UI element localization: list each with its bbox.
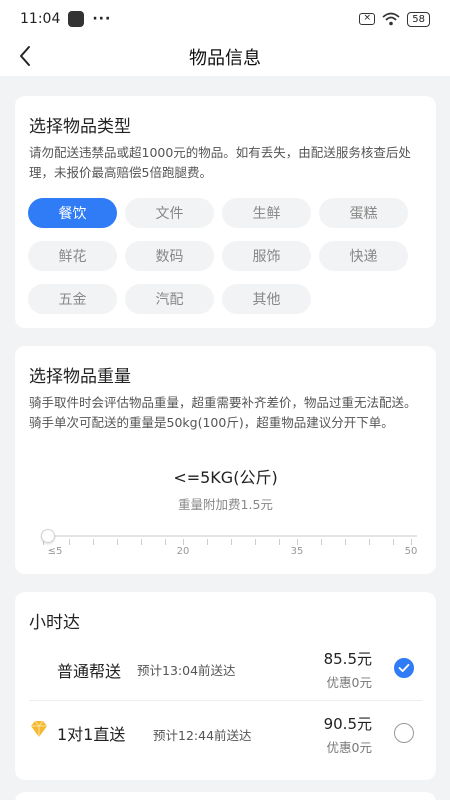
service-price: 90.5元 [323,715,372,733]
slider-tick [69,539,70,545]
slider-tick [393,539,394,545]
service-price: 85.5元 [323,650,372,668]
item-type-card: 选择物品类型 请勿配送违禁品或超1000元的物品。如有丢失，由配送服务核查后处理… [15,96,436,328]
item-type-title: 选择物品类型 [29,117,131,137]
slider-tick [255,539,256,545]
no-sim-icon: × [359,13,376,25]
service-option-normal[interactable]: 普通帮送 预计13:04前送达 85.5元 优惠0元 [29,636,422,700]
nav-bar: 物品信息 [0,38,450,76]
type-chip-qita[interactable]: 其他 [222,284,311,314]
type-chip-canyin[interactable]: 餐饮 [28,198,117,228]
slider-tick [321,539,322,545]
type-chip-shengxian[interactable]: 生鲜 [222,198,311,228]
weight-card: 选择物品重量 骑手取件时会评估物品重量，超重需要补齐差价，物品过重无法配送。骑手… [15,346,436,574]
slider-tick [231,539,232,545]
type-chip-wenjian[interactable]: 文件 [125,198,214,228]
slider-tick [183,539,184,545]
slider-tick [297,539,298,545]
type-chip-xianhua[interactable]: 鲜花 [28,241,117,271]
item-type-desc: 请勿配送违禁品或超1000元的物品。如有丢失，由配送服务核查后处理，未报价最高赔… [29,145,411,180]
status-time: 11:04 [20,11,61,27]
slider-tick [141,539,142,545]
slider-track[interactable] [43,535,417,537]
slider-tick [279,539,280,545]
weight-slider[interactable]: ≤5 20 35 50 [35,529,418,570]
service-option-direct[interactable]: 1对1直送 预计12:44前送达 90.5元 优惠0元 [29,700,422,764]
notification-app-icon [68,11,85,27]
weight-value: <=5KG(公斤) [173,468,278,487]
weight-title: 选择物品重量 [29,367,131,387]
radio-unchecked-icon[interactable] [394,723,414,743]
type-chip-wujin[interactable]: 五金 [28,284,117,314]
slider-tick [345,539,346,545]
service-name: 普通帮送 [57,662,122,681]
slider-tick [411,539,412,545]
slider-label-20: 20 [176,546,190,557]
service-discount: 优惠0元 [326,675,372,690]
radio-checked-icon[interactable] [394,658,414,678]
weight-desc: 骑手取件时会评估物品重量，超重需要补齐差价，物品过重无法配送。骑手单次可配送的重… [29,395,417,430]
service-eta: 预计13:04前送达 [137,663,236,678]
slider-tick [207,539,208,545]
slider-tick [165,539,166,545]
service-discount: 优惠0元 [326,740,372,755]
type-chip-shuma[interactable]: 数码 [125,241,214,271]
service-title: 小时达 [29,613,80,633]
slider-thumb[interactable] [41,529,55,543]
wifi-icon [382,12,400,26]
diamond-icon [31,720,47,737]
service-name: 1对1直送 [57,725,126,744]
status-bar: 11:04 ··· × 58 [0,0,450,38]
slider-tick [369,539,370,545]
type-chip-fushi[interactable]: 服饰 [222,241,311,271]
weight-fee: 重量附加费1.5元 [178,497,273,512]
more-notifications-icon: ··· [92,11,112,27]
battery-icon: 58 [407,11,430,27]
next-card-peek [15,792,436,800]
slider-label-35: 35 [290,546,304,557]
slider-tick [117,539,118,545]
type-chip-qipei[interactable]: 汽配 [125,284,214,314]
slider-label-50: 50 [404,546,418,557]
service-eta: 预计12:44前送达 [153,728,252,743]
page-title: 物品信息 [189,48,261,69]
slider-label-min: ≤5 [47,546,63,557]
item-type-options: 餐饮 文件 生鲜 蛋糕 鲜花 数码 服饰 快递 五金 汽配 其他 [28,198,428,314]
back-arrow-icon[interactable] [14,44,38,68]
type-chip-kuaidi[interactable]: 快递 [319,241,408,271]
slider-tick [93,539,94,545]
service-card: 小时达 普通帮送 预计13:04前送达 85.5元 优惠0元 1对1直送 预计1… [15,592,436,780]
type-chip-dangao[interactable]: 蛋糕 [319,198,408,228]
